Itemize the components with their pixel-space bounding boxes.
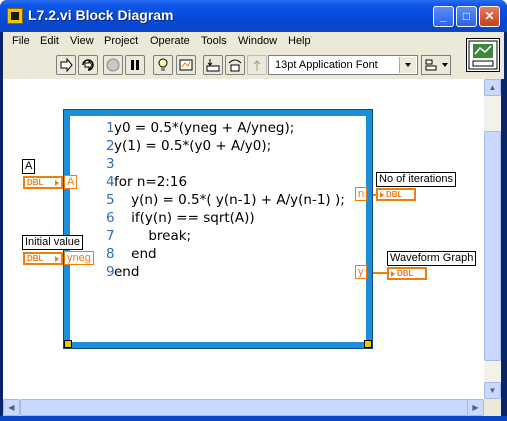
menu-view[interactable]: View <box>70 35 94 47</box>
abort-icon[interactable] <box>103 55 123 75</box>
code-text: for n=2:16 <box>114 174 188 190</box>
code-text: y0 = 0.5*(yneg + A/yneg); <box>114 120 295 136</box>
indicator-graph-terminal[interactable]: DBL <box>387 267 427 280</box>
font-selector[interactable]: 13pt Application Font <box>268 55 418 75</box>
node-corner-handle[interactable] <box>364 340 372 348</box>
toolbar: 13pt Application Font <box>3 51 504 79</box>
matlab-script-node[interactable]: 1y0 = 0.5*(yneg + A/yneg); 2y(1) = 0.5*(… <box>63 109 373 349</box>
code-line: 5 y(n) = 0.5*( y(n-1) + A/y(n-1) ); <box>106 191 345 209</box>
menu-file[interactable]: File <box>12 35 30 47</box>
code-text: y(n) = 0.5*( y(n-1) + A/y(n-1) ); <box>114 192 345 208</box>
code-line: 9end <box>106 263 345 281</box>
block-diagram-window: L7.2.vi Block Diagram _ □ ✕ File Edit Vi… <box>0 0 507 421</box>
type-label: DBL <box>386 190 403 199</box>
control-a-label[interactable]: A <box>22 159 36 174</box>
align-objects-button[interactable] <box>421 55 451 75</box>
control-initial-label[interactable]: Initial value <box>22 235 84 250</box>
code-text: break; <box>114 228 192 244</box>
scroll-right-button[interactable]: ▶ <box>467 399 484 416</box>
title-bar[interactable]: L7.2.vi Block Diagram _ □ ✕ <box>0 0 507 32</box>
code-text: if(y(n) == sqrt(A)) <box>114 210 255 226</box>
menu-edit[interactable]: Edit <box>40 35 59 47</box>
chevron-down-icon[interactable] <box>399 57 416 73</box>
labview-vi-icon <box>7 8 23 24</box>
terminal-arrow-icon <box>55 180 59 186</box>
menu-window[interactable]: Window <box>238 35 277 47</box>
type-label: DBL <box>27 254 44 263</box>
code-line: 4for n=2:16 <box>106 173 345 191</box>
code-line: 1y0 = 0.5*(yneg + A/yneg); <box>106 119 345 137</box>
step-out-icon[interactable] <box>247 55 267 75</box>
block-diagram-canvas[interactable]: 1y0 = 0.5*(yneg + A/yneg); 2y(1) = 0.5*(… <box>3 79 484 399</box>
run-continuous-icon[interactable] <box>78 55 98 75</box>
line-number: 2 <box>106 138 115 154</box>
vi-connector-icon[interactable] <box>466 38 500 72</box>
menu-bar: File Edit View Project Operate Tools Win… <box>3 32 504 51</box>
step-into-icon[interactable] <box>203 55 223 75</box>
line-number: 9 <box>106 264 115 280</box>
window-title: L7.2.vi Block Diagram <box>28 7 174 23</box>
wire-graph <box>370 272 387 274</box>
step-over-icon[interactable] <box>225 55 245 75</box>
code-line: 3 <box>106 155 345 173</box>
close-button[interactable]: ✕ <box>479 6 500 27</box>
indicator-iterations-terminal[interactable]: DBL <box>376 188 416 201</box>
code-text: y(1) = 0.5*(y0 + A/y0); <box>114 138 272 154</box>
menu-help[interactable]: Help <box>288 35 311 47</box>
scroll-left-button[interactable]: ◀ <box>3 399 20 416</box>
scroll-up-button[interactable]: ▲ <box>484 79 501 96</box>
scroll-down-button[interactable]: ▼ <box>484 382 501 399</box>
control-initial-terminal[interactable]: DBL <box>23 252 63 265</box>
line-number: 4 <box>106 174 115 190</box>
line-number: 1 <box>106 120 115 136</box>
script-code[interactable]: 1y0 = 0.5*(yneg + A/yneg); 2y(1) = 0.5*(… <box>106 119 345 281</box>
menu-tools[interactable]: Tools <box>201 35 227 47</box>
terminal-arrow-icon <box>391 271 395 277</box>
highlight-execution-icon[interactable] <box>153 55 173 75</box>
size-grip[interactable] <box>484 399 501 416</box>
menu-project[interactable]: Project <box>104 35 138 47</box>
input-terminal-a[interactable]: A <box>64 175 78 189</box>
code-line: 7 break; <box>106 227 345 245</box>
code-text: end <box>114 264 140 280</box>
output-terminal-n[interactable]: n <box>355 187 368 201</box>
line-number: 6 <box>106 210 115 226</box>
line-number: 8 <box>106 246 115 262</box>
font-selector-value: 13pt Application Font <box>275 59 378 71</box>
code-line: 6 if(y(n) == sqrt(A)) <box>106 209 345 227</box>
menu-operate[interactable]: Operate <box>150 35 190 47</box>
vertical-scroll-thumb[interactable] <box>484 131 501 361</box>
line-number: 5 <box>106 192 115 208</box>
indicator-iterations-label[interactable]: No of iterations <box>376 172 456 187</box>
terminal-arrow-icon <box>55 256 59 262</box>
code-text: end <box>114 246 157 262</box>
terminal-arrow-icon <box>380 192 384 198</box>
run-arrow-icon[interactable] <box>56 55 76 75</box>
node-corner-handle[interactable] <box>64 340 72 348</box>
minimize-button[interactable]: _ <box>433 6 454 27</box>
window-frame-bottom <box>0 416 507 421</box>
line-number: 7 <box>106 228 115 244</box>
code-line: 2y(1) = 0.5*(y0 + A/y0); <box>106 137 345 155</box>
horizontal-scroll-thumb[interactable] <box>20 399 468 416</box>
code-line: 8 end <box>106 245 345 263</box>
retain-wire-values-icon[interactable] <box>176 55 196 75</box>
output-terminal-y[interactable]: y <box>355 265 367 279</box>
input-terminal-yneg[interactable]: yneg <box>64 251 94 265</box>
pause-icon[interactable] <box>125 55 145 75</box>
type-label: DBL <box>397 269 414 278</box>
line-number: 3 <box>106 156 115 172</box>
maximize-button[interactable]: □ <box>456 6 477 27</box>
control-a-terminal[interactable]: DBL <box>23 176 63 189</box>
indicator-graph-label[interactable]: Waveform Graph <box>387 251 477 266</box>
type-label: DBL <box>27 178 44 187</box>
